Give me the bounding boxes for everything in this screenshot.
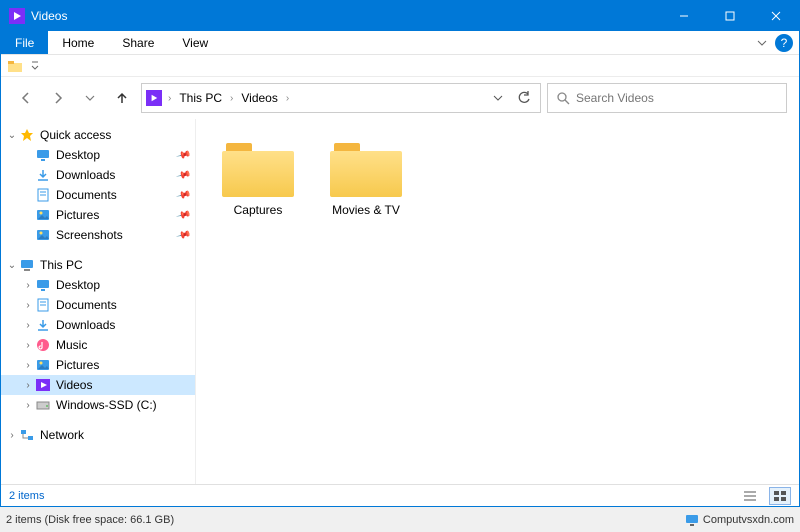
sidebar-documents[interactable]: Documents 📌 bbox=[1, 185, 195, 205]
sidebar-downloads[interactable]: Downloads 📌 bbox=[1, 165, 195, 185]
folder-captures[interactable]: Captures bbox=[208, 137, 308, 221]
status-item-count: 2 items bbox=[9, 490, 44, 502]
sidebar-desktop[interactable]: Desktop 📌 bbox=[1, 145, 195, 165]
minimize-button[interactable] bbox=[661, 1, 707, 31]
chevron-right-icon[interactable]: › bbox=[21, 280, 35, 291]
documents-icon bbox=[35, 187, 51, 203]
window-title: Videos bbox=[31, 9, 661, 23]
view-details-button[interactable] bbox=[739, 487, 761, 505]
sidebar: ⌄ Quick access Desktop 📌 Downloads 📌 Doc… bbox=[1, 119, 196, 484]
documents-icon bbox=[35, 297, 51, 313]
menu-view[interactable]: View bbox=[168, 31, 222, 54]
desktop-icon bbox=[35, 147, 51, 163]
chevron-right-icon[interactable]: › bbox=[21, 340, 35, 351]
pc-icon bbox=[685, 514, 699, 526]
footer-disk-info: 2 items (Disk free space: 66.1 GB) bbox=[6, 514, 174, 526]
chevron-right-icon[interactable]: › bbox=[166, 93, 173, 104]
sidebar-pc-desktop[interactable]: › Desktop bbox=[1, 275, 195, 295]
folder-icon bbox=[222, 141, 294, 197]
chevron-down-icon[interactable]: ⌄ bbox=[5, 130, 19, 141]
star-icon bbox=[19, 127, 35, 143]
up-button[interactable] bbox=[109, 85, 135, 111]
help-button[interactable]: ? bbox=[775, 34, 793, 52]
chevron-right-icon[interactable]: › bbox=[228, 93, 235, 104]
view-icons-button[interactable] bbox=[769, 487, 791, 505]
network-icon bbox=[19, 427, 35, 443]
titlebar: Videos bbox=[1, 1, 799, 31]
chevron-right-icon[interactable]: › bbox=[21, 400, 35, 411]
pictures-icon bbox=[35, 227, 51, 243]
footer-bar: 2 items (Disk free space: 66.1 GB) Compu… bbox=[0, 507, 800, 532]
address-dropdown-button[interactable] bbox=[486, 85, 510, 111]
recent-locations-button[interactable] bbox=[77, 85, 103, 111]
sidebar-pc-videos[interactable]: › Videos bbox=[1, 375, 195, 395]
sidebar-pc-drive[interactable]: › Windows-SSD (C:) bbox=[1, 395, 195, 415]
chevron-right-icon[interactable]: › bbox=[21, 360, 35, 371]
chevron-right-icon[interactable]: › bbox=[21, 320, 35, 331]
pictures-icon bbox=[35, 357, 51, 373]
downloads-icon bbox=[35, 317, 51, 333]
sidebar-network[interactable]: › Network bbox=[1, 425, 195, 445]
sidebar-thispc[interactable]: ⌄ This PC bbox=[1, 255, 195, 275]
menu-file[interactable]: File bbox=[1, 31, 48, 54]
chevron-right-icon[interactable]: › bbox=[284, 93, 291, 104]
menu-home[interactable]: Home bbox=[48, 31, 108, 54]
pictures-icon bbox=[35, 207, 51, 223]
pin-icon: 📌 bbox=[175, 187, 191, 203]
address-folder-icon bbox=[146, 90, 162, 106]
menubar: File Home Share View ? bbox=[1, 31, 799, 55]
forward-button[interactable] bbox=[45, 85, 71, 111]
folder-movies-tv[interactable]: Movies & TV bbox=[316, 137, 416, 221]
maximize-button[interactable] bbox=[707, 1, 753, 31]
menu-share[interactable]: Share bbox=[108, 31, 168, 54]
sidebar-screenshots[interactable]: Screenshots 📌 bbox=[1, 225, 195, 245]
videos-app-icon bbox=[9, 8, 25, 24]
folder-icon bbox=[330, 141, 402, 197]
sidebar-pc-pictures[interactable]: › Pictures bbox=[1, 355, 195, 375]
status-bar: 2 items bbox=[1, 484, 799, 506]
downloads-icon bbox=[35, 167, 51, 183]
breadcrumb-videos[interactable]: Videos bbox=[237, 91, 281, 105]
desktop-icon bbox=[35, 277, 51, 293]
breadcrumb-thispc[interactable]: This PC bbox=[175, 91, 226, 105]
sidebar-pc-documents[interactable]: › Documents bbox=[1, 295, 195, 315]
chevron-right-icon[interactable]: › bbox=[21, 380, 35, 391]
quick-access-toolbar bbox=[1, 55, 799, 77]
body: ⌄ Quick access Desktop 📌 Downloads 📌 Doc… bbox=[1, 119, 799, 484]
back-button[interactable] bbox=[13, 85, 39, 111]
pin-icon: 📌 bbox=[175, 207, 191, 223]
sidebar-pc-downloads[interactable]: › Downloads bbox=[1, 315, 195, 335]
ribbon-toggle-button[interactable] bbox=[751, 31, 773, 54]
explorer-window: Videos File Home Share View ? bbox=[0, 0, 800, 507]
qat-dropdown-icon[interactable] bbox=[26, 57, 44, 75]
chevron-right-icon[interactable]: › bbox=[5, 430, 19, 441]
music-icon bbox=[35, 337, 51, 353]
sidebar-quick-access[interactable]: ⌄ Quick access bbox=[1, 125, 195, 145]
pin-icon: 📌 bbox=[175, 227, 191, 243]
chevron-right-icon[interactable]: › bbox=[21, 300, 35, 311]
footer-source: Computvsxdn.com bbox=[685, 514, 794, 526]
search-input[interactable] bbox=[576, 91, 778, 105]
navbar: › This PC › Videos › bbox=[1, 77, 799, 119]
pin-icon: 📌 bbox=[175, 167, 191, 183]
drive-icon bbox=[35, 397, 51, 413]
qat-folder-icon[interactable] bbox=[6, 57, 24, 75]
address-bar[interactable]: › This PC › Videos › bbox=[141, 83, 541, 113]
sidebar-pc-music[interactable]: › Music bbox=[1, 335, 195, 355]
videos-icon bbox=[35, 377, 51, 393]
pc-icon bbox=[19, 257, 35, 273]
search-icon bbox=[556, 91, 570, 105]
close-button[interactable] bbox=[753, 1, 799, 31]
pin-icon: 📌 bbox=[175, 147, 191, 163]
folder-content[interactable]: Captures Movies & TV bbox=[196, 119, 799, 484]
search-box[interactable] bbox=[547, 83, 787, 113]
sidebar-pictures[interactable]: Pictures 📌 bbox=[1, 205, 195, 225]
chevron-down-icon[interactable]: ⌄ bbox=[5, 260, 19, 271]
refresh-button[interactable] bbox=[512, 85, 536, 111]
